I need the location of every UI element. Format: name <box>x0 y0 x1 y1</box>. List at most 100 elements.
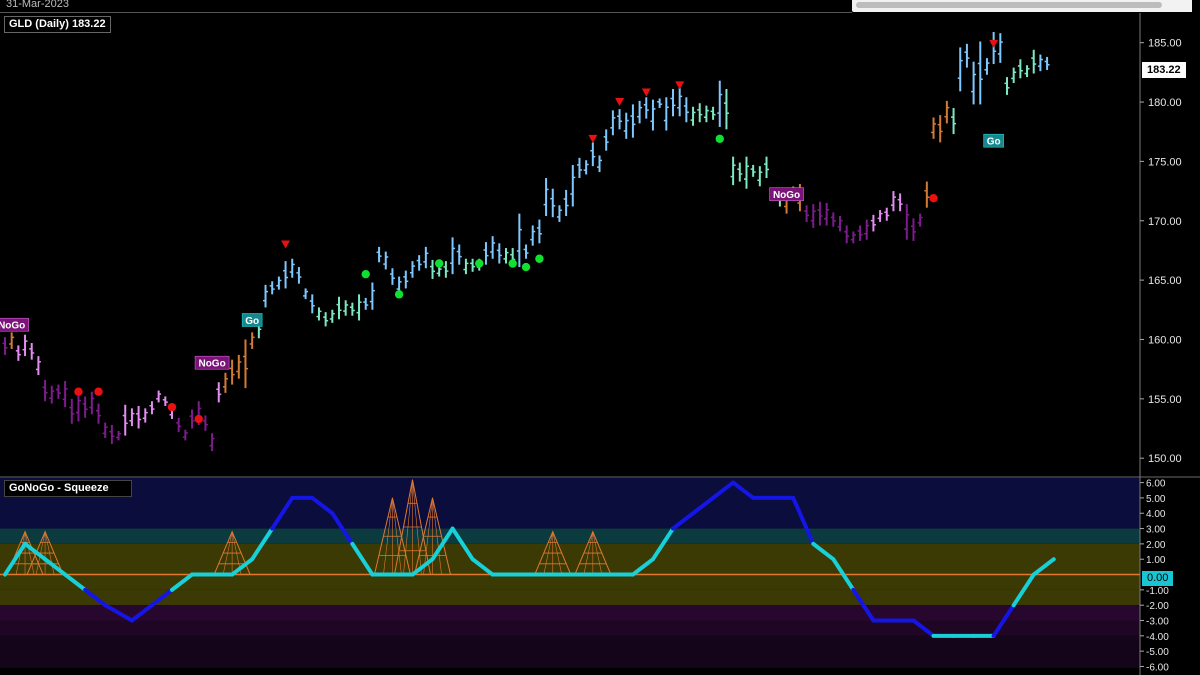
price-bar <box>136 405 142 429</box>
price-bar <box>630 104 636 138</box>
price-bar <box>690 106 696 126</box>
price-bar <box>69 398 75 424</box>
trend-continuation-dot <box>194 414 203 424</box>
price-bar <box>737 162 743 182</box>
price-bar <box>376 246 382 263</box>
trend-continuation-dot <box>74 387 83 396</box>
price-bar <box>917 213 923 227</box>
trend-continuation-dot <box>167 402 177 412</box>
price-bar <box>249 332 255 349</box>
price-axis-label: 170.00 <box>1148 216 1182 228</box>
price-bar <box>189 409 195 429</box>
osc-axis-label: 1.00 <box>1146 555 1166 566</box>
osc-axis-label: -4.00 <box>1146 632 1169 643</box>
price-bar <box>603 129 609 151</box>
price-bar <box>316 307 322 321</box>
price-bar <box>242 339 248 389</box>
price-bar <box>717 80 723 127</box>
price-bar <box>456 244 462 265</box>
oscillator-band <box>0 605 1140 621</box>
price-bar <box>9 332 15 349</box>
price-bar <box>864 219 870 240</box>
price-bar <box>904 204 910 240</box>
price-bar <box>182 429 188 441</box>
price-bar <box>750 164 756 177</box>
trend-change-label: NoGo <box>0 317 29 332</box>
price-bar <box>162 396 168 406</box>
trend-continuation-dot <box>435 259 444 268</box>
price-bar <box>944 100 950 124</box>
osc-axis-label: 2.00 <box>1146 540 1166 551</box>
oscillator-band <box>0 528 1140 544</box>
price-bar <box>29 343 35 360</box>
price-bar <box>1031 49 1037 74</box>
price-bar <box>830 212 836 227</box>
price-bar <box>1011 67 1017 84</box>
price-bar <box>109 424 115 444</box>
price-bar <box>937 115 943 143</box>
price-bar <box>430 259 436 279</box>
price-bar <box>363 297 369 310</box>
price-bar <box>62 381 68 408</box>
osc-axis-label: 6.00 <box>1146 479 1166 490</box>
trend-continuation-dot <box>521 262 531 272</box>
price-bar <box>336 296 342 320</box>
price-bar <box>951 107 957 135</box>
price-bar <box>423 246 429 269</box>
price-bar <box>42 379 48 402</box>
trend-continuation-dot <box>508 259 517 268</box>
trend-continuation-dot <box>715 134 724 144</box>
price-bar <box>343 300 349 316</box>
trend-label-text: NoGo <box>198 359 225 370</box>
price-bar <box>2 337 8 355</box>
price-bar <box>964 43 970 68</box>
price-bar <box>516 213 522 268</box>
price-bar <box>536 219 542 244</box>
countertrend-marker <box>675 81 685 90</box>
price-bar <box>116 430 122 441</box>
horizontal-scrollbar[interactable] <box>852 0 1192 12</box>
countertrend-marker <box>615 98 625 107</box>
price-bar <box>817 201 823 226</box>
price-bar <box>643 97 649 119</box>
price-bar <box>884 207 890 221</box>
price-bar <box>403 270 409 289</box>
scrollbar-thumb[interactable] <box>856 2 1162 8</box>
oscillator-band <box>0 543 1140 575</box>
price-bar <box>329 309 335 323</box>
price-bar <box>971 61 977 105</box>
price-bar <box>1024 65 1030 78</box>
price-axis-label: 165.00 <box>1148 275 1182 287</box>
price-bar <box>470 258 476 272</box>
price-bar <box>102 422 108 439</box>
price-bar <box>55 384 61 399</box>
price-bar <box>677 87 683 117</box>
price-bar <box>296 267 302 284</box>
price-bar <box>804 205 810 222</box>
price-bar <box>991 31 997 65</box>
price-bar <box>730 156 736 186</box>
price-bar <box>957 47 963 92</box>
price-bar <box>697 103 703 123</box>
price-bar <box>323 312 329 327</box>
price-bar <box>22 334 28 357</box>
price-bar <box>563 189 569 217</box>
price-bar <box>269 281 275 295</box>
price-bar <box>550 188 556 218</box>
price-bar <box>450 237 456 275</box>
price-bar <box>670 88 676 117</box>
price-bar <box>209 433 215 452</box>
oscillator-band <box>0 620 1140 636</box>
price-bar <box>356 294 362 321</box>
trend-change-label: NoGo <box>769 187 804 201</box>
price-bar <box>657 98 663 108</box>
trend-continuation-dot <box>475 259 484 268</box>
trend-change-label: Go <box>983 133 1004 148</box>
price-axis-label: 155.00 <box>1148 394 1182 406</box>
countertrend-marker <box>281 240 291 249</box>
price-bar <box>309 294 315 314</box>
price-bar <box>764 156 770 179</box>
price-bar <box>931 117 937 139</box>
price-bar <box>910 218 916 241</box>
price-bar <box>283 261 289 289</box>
